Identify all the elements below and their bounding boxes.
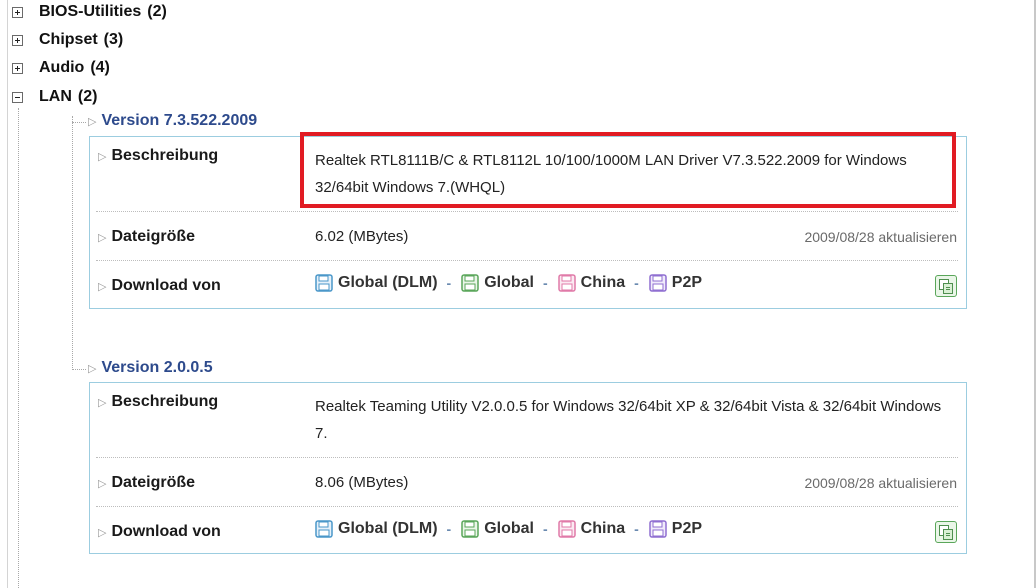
expand-icon[interactable] — [12, 6, 23, 18]
version-label: Version 2.0.0.5 — [101, 359, 213, 376]
download-global-dlm-link[interactable]: Global (DLM) — [315, 274, 438, 292]
update-date: 2009/08/28 aktualisieren — [804, 229, 957, 245]
floppy-disk-icon — [649, 274, 667, 292]
category-name: BIOS-Utilities — [39, 3, 142, 20]
link-separator: - — [446, 521, 452, 537]
chevron-right-icon: ▷ — [98, 477, 107, 490]
category-count: (4) — [90, 59, 110, 76]
version-link-2[interactable]: ▷ Version 2.0.0.5 — [88, 359, 213, 377]
link-separator: - — [543, 275, 548, 291]
chevron-right-icon: ▷ — [98, 526, 107, 539]
link-separator: - — [543, 521, 548, 537]
link-separator: - — [446, 275, 452, 291]
download-label: Download von — [111, 277, 221, 294]
floppy-disk-icon — [461, 520, 479, 538]
driver-panel-2: ▷ Beschreibung Realtek Teaming Utility V… — [89, 382, 967, 554]
highlight-annotation-box — [300, 132, 956, 208]
chevron-right-icon: ▷ — [98, 231, 107, 244]
category-name: LAN — [39, 88, 72, 105]
download-china-link[interactable]: China — [557, 520, 626, 538]
download-p2p-link[interactable]: P2P — [649, 520, 702, 538]
floppy-disk-icon — [557, 274, 576, 292]
download-global-link[interactable]: Global — [461, 274, 534, 292]
link-label: Global — [484, 274, 534, 291]
collapse-icon[interactable] — [12, 91, 23, 103]
filesize-label: Dateigröße — [111, 228, 196, 245]
description-label: Beschreibung — [111, 147, 219, 164]
chevron-right-icon: ▷ — [98, 396, 107, 409]
divider — [96, 457, 958, 458]
link-label: China — [580, 274, 626, 291]
divider — [96, 260, 958, 261]
link-separator: - — [634, 521, 639, 537]
download-global-link[interactable]: Global — [461, 520, 534, 538]
floppy-disk-icon — [315, 520, 333, 538]
version-label: Version 7.3.522.2009 — [101, 112, 258, 129]
category-lan[interactable]: LAN (2) — [12, 86, 97, 108]
version-link-1[interactable]: ▷ Version 7.3.522.2009 — [88, 112, 257, 130]
category-count: (3) — [103, 31, 124, 48]
link-label: Global (DLM) — [338, 520, 438, 537]
link-label: China — [580, 520, 626, 537]
chevron-right-icon: ▷ — [88, 115, 97, 128]
category-name: Chipset — [39, 31, 98, 48]
download-label: Download von — [111, 523, 221, 540]
category-count: (2) — [77, 88, 98, 105]
download-label-row: ▷ Download von — [98, 277, 221, 295]
link-label: Global — [484, 520, 534, 537]
link-label: P2P — [671, 274, 703, 291]
description-label-row: ▷ Beschreibung — [98, 147, 218, 165]
download-p2p-link[interactable]: P2P — [649, 274, 702, 292]
link-label: Global (DLM) — [338, 274, 438, 291]
tree-connector — [72, 369, 86, 370]
category-audio[interactable]: Audio (4) — [12, 57, 110, 79]
tree-connector — [18, 108, 19, 588]
compare-pages-icon[interactable] — [935, 521, 957, 543]
filesize-label-row: ▷ Dateigröße — [98, 474, 195, 492]
expand-icon[interactable] — [12, 34, 23, 46]
divider — [96, 211, 958, 212]
filesize-value: 6.02 (MBytes) — [315, 228, 409, 245]
download-label-row: ▷ Download von — [98, 523, 221, 541]
filesize-label: Dateigröße — [111, 474, 196, 491]
description-label-row: ▷ Beschreibung — [98, 393, 218, 411]
download-links: Global (DLM) - Global - China - P2P — [315, 520, 702, 538]
chevron-right-icon: ▷ — [98, 280, 107, 293]
tree-connector — [72, 122, 86, 123]
left-border — [7, 0, 8, 588]
tree-connector — [72, 116, 73, 370]
floppy-disk-icon — [315, 274, 333, 292]
link-label: P2P — [671, 520, 703, 537]
link-separator: - — [634, 275, 639, 291]
download-links: Global (DLM) - Global - China - P2P — [315, 274, 702, 292]
chevron-right-icon: ▷ — [88, 362, 97, 375]
category-count: (2) — [147, 3, 167, 20]
chevron-right-icon: ▷ — [98, 150, 107, 163]
filesize-value: 8.06 (MBytes) — [315, 474, 409, 491]
floppy-disk-icon — [461, 274, 479, 292]
expand-icon[interactable] — [12, 62, 23, 74]
compare-pages-icon[interactable] — [935, 275, 957, 297]
category-bios-utilities[interactable]: BIOS-Utilities (2) — [12, 1, 167, 23]
divider — [96, 506, 958, 507]
description-label: Beschreibung — [111, 393, 219, 410]
description-text: Realtek Teaming Utility V2.0.0.5 for Win… — [315, 398, 942, 442]
floppy-disk-icon — [557, 520, 576, 538]
update-date: 2009/08/28 aktualisieren — [804, 475, 957, 491]
download-china-link[interactable]: China — [557, 274, 626, 292]
filesize-label-row: ▷ Dateigröße — [98, 228, 195, 246]
category-name: Audio — [39, 59, 85, 76]
floppy-disk-icon — [649, 520, 667, 538]
category-chipset[interactable]: Chipset (3) — [12, 29, 123, 51]
download-global-dlm-link[interactable]: Global (DLM) — [315, 520, 438, 538]
